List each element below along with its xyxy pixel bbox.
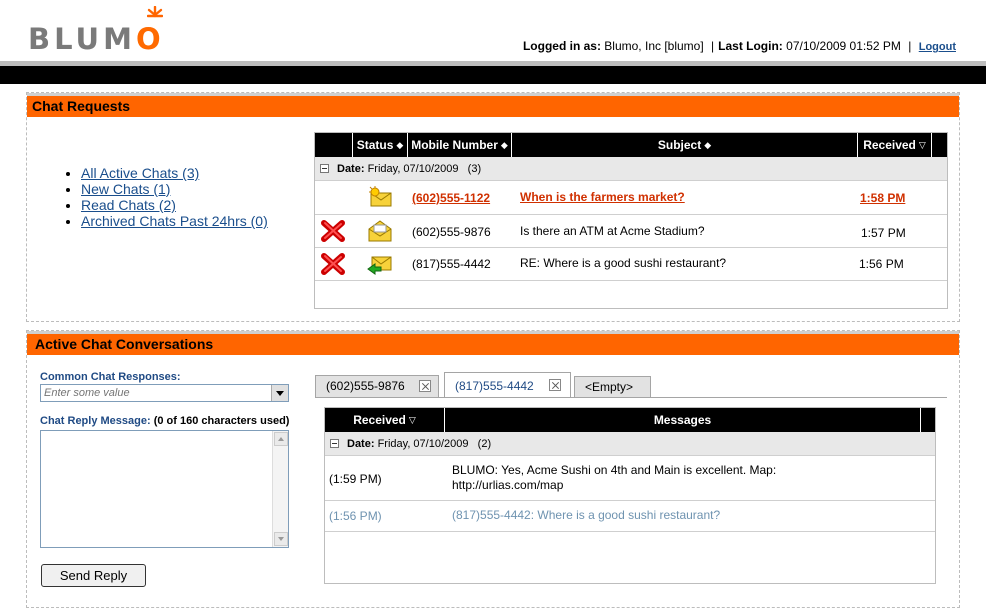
logged-in-label: Logged in as:: [522, 39, 601, 53]
chat-requests-panel: Chat Requests All Active Chats (3) New C…: [26, 92, 960, 322]
archived-chats-link[interactable]: Archived Chats Past 24hrs (0): [81, 213, 268, 229]
group-date: Friday, 07/10/2009: [367, 163, 459, 175]
list-item: New Chats (1): [81, 181, 268, 197]
read-chats-link[interactable]: Read Chats (2): [81, 197, 176, 213]
tab-strip-border: [315, 397, 947, 398]
group-count: (2): [477, 438, 492, 450]
chat-requests-title: Chat Requests: [27, 93, 959, 117]
group-count: (3): [467, 163, 482, 175]
reply-label: Chat Reply Message: (0 of 160 characters…: [40, 415, 290, 427]
chevron-down-icon[interactable]: [271, 385, 288, 401]
chat-requests-grid: Status ◆ Mobile Number ◆ Subject ◆ Received…: [314, 132, 948, 309]
grid-header: Received ▽ Messages: [325, 408, 935, 432]
new-message-icon: [369, 186, 392, 207]
column-delete: [315, 133, 353, 157]
message-text: (817)555-4442: Where is a good sushi res…: [452, 508, 721, 522]
nav-bar: [0, 66, 986, 84]
mobile-number: (817)555-4442: [412, 257, 491, 271]
group-date: Friday, 07/10/2009: [377, 438, 469, 450]
date-group-row: Date: Friday, 07/10/2009 (2): [325, 432, 935, 456]
table-row[interactable]: (1:56 PM) (817)555-4442: Where is a good…: [325, 501, 935, 532]
send-reply-button[interactable]: Send Reply: [41, 564, 146, 587]
scroll-down-icon[interactable]: [274, 532, 288, 546]
column-status[interactable]: Status ◆: [353, 133, 408, 157]
scroll-up-icon[interactable]: [274, 432, 288, 446]
message-text-line-1: BLUMO: Yes, Acme Sushi on 4th and Main i…: [452, 463, 777, 477]
scrollbar[interactable]: [272, 431, 288, 547]
logo-text: BLUMO: [28, 22, 165, 56]
reply-message-box[interactable]: [40, 430, 289, 548]
active-chats-panel: Active Chat Conversations Common Chat Re…: [26, 330, 960, 608]
subject-text: RE: Where is a good sushi restaurant?: [520, 256, 727, 270]
delete-icon[interactable]: [320, 252, 346, 276]
logo-burst-icon: [147, 6, 163, 18]
blumo-logo: BLUMO: [28, 6, 178, 56]
table-row[interactable]: (1:59 PM) BLUMO: Yes, Acme Sushi on 4th …: [325, 456, 935, 501]
mobile-number: (602)555-9876: [412, 225, 491, 239]
list-item: All Active Chats (3): [81, 165, 268, 181]
message-time: (1:59 PM): [329, 472, 382, 486]
account-name: Blumo, Inc [blumo]: [604, 39, 704, 53]
last-login-value: 07/10/2009 01:52 PM: [786, 39, 901, 53]
list-item: Archived Chats Past 24hrs (0): [81, 213, 268, 229]
chat-filter-list: All Active Chats (3) New Chats (1) Read …: [81, 165, 268, 229]
subject-link[interactable]: When is the farmers market?: [520, 190, 685, 204]
character-count: (0 of 160 characters used): [153, 415, 290, 427]
common-responses-input[interactable]: [44, 387, 264, 399]
login-info: Logged in as: Blumo, Inc [blumo] | Last L…: [522, 39, 956, 53]
delete-icon[interactable]: [320, 219, 346, 243]
grid-header: Status ◆ Mobile Number ◆ Subject ◆ Received…: [315, 133, 947, 157]
list-item: Read Chats (2): [81, 197, 268, 213]
table-row[interactable]: (817)555-4442 RE: Where is a good sushi …: [315, 248, 947, 281]
new-chats-link[interactable]: New Chats (1): [81, 181, 170, 197]
last-login-label: Last Login:: [718, 39, 783, 53]
sort-icon: ◆: [704, 140, 712, 150]
read-message-icon: [368, 220, 392, 242]
column-received[interactable]: Received ▽: [325, 408, 445, 432]
close-icon[interactable]: [419, 380, 431, 392]
all-active-chats-link[interactable]: All Active Chats (3): [81, 165, 199, 181]
replied-message-icon: [367, 256, 392, 275]
received-time: 1:56 PM: [859, 257, 904, 271]
close-icon[interactable]: [549, 379, 561, 391]
received-time-link[interactable]: 1:58 PM: [860, 191, 905, 205]
tab-conversation-2[interactable]: (817)555-4442: [444, 372, 571, 397]
received-time: 1:57 PM: [861, 226, 906, 240]
sort-desc-icon: ▽: [918, 140, 926, 150]
active-chats-title: Active Chat Conversations: [27, 331, 959, 355]
collapse-icon[interactable]: [330, 439, 339, 448]
sort-icon: ◆: [396, 140, 404, 150]
sort-desc-icon: ▽: [408, 415, 416, 425]
column-messages[interactable]: Messages: [445, 408, 921, 432]
column-received[interactable]: Received ▽: [858, 133, 932, 157]
reply-message-input[interactable]: [41, 431, 272, 547]
table-row[interactable]: (602)555-9876 Is there an ATM at Acme St…: [315, 215, 947, 248]
column-subject[interactable]: Subject ◆: [512, 133, 858, 157]
messages-grid: Received ▽ Messages Date: Friday, 07/10/2…: [324, 407, 936, 584]
tab-empty[interactable]: <Empty>: [574, 376, 651, 398]
table-row[interactable]: (602)555-1122 When is the farmers market…: [315, 181, 947, 215]
subject-text: Is there an ATM at Acme Stadium?: [520, 224, 705, 238]
collapse-icon[interactable]: [320, 164, 329, 173]
logout-link[interactable]: Logout: [919, 41, 956, 53]
column-mobile-number[interactable]: Mobile Number ◆: [408, 133, 512, 157]
sort-icon: ◆: [500, 140, 508, 150]
tab-conversation-1[interactable]: (602)555-9876: [315, 375, 439, 397]
common-responses-combo[interactable]: [40, 384, 289, 402]
mobile-number-link[interactable]: (602)555-1122: [412, 191, 490, 205]
message-time: (1:56 PM): [329, 509, 382, 523]
common-responses-label: Common Chat Responses:: [40, 371, 181, 383]
date-group-row: Date: Friday, 07/10/2009 (3): [315, 157, 947, 181]
message-text-line-2: http://urlias.com/map: [452, 478, 564, 492]
